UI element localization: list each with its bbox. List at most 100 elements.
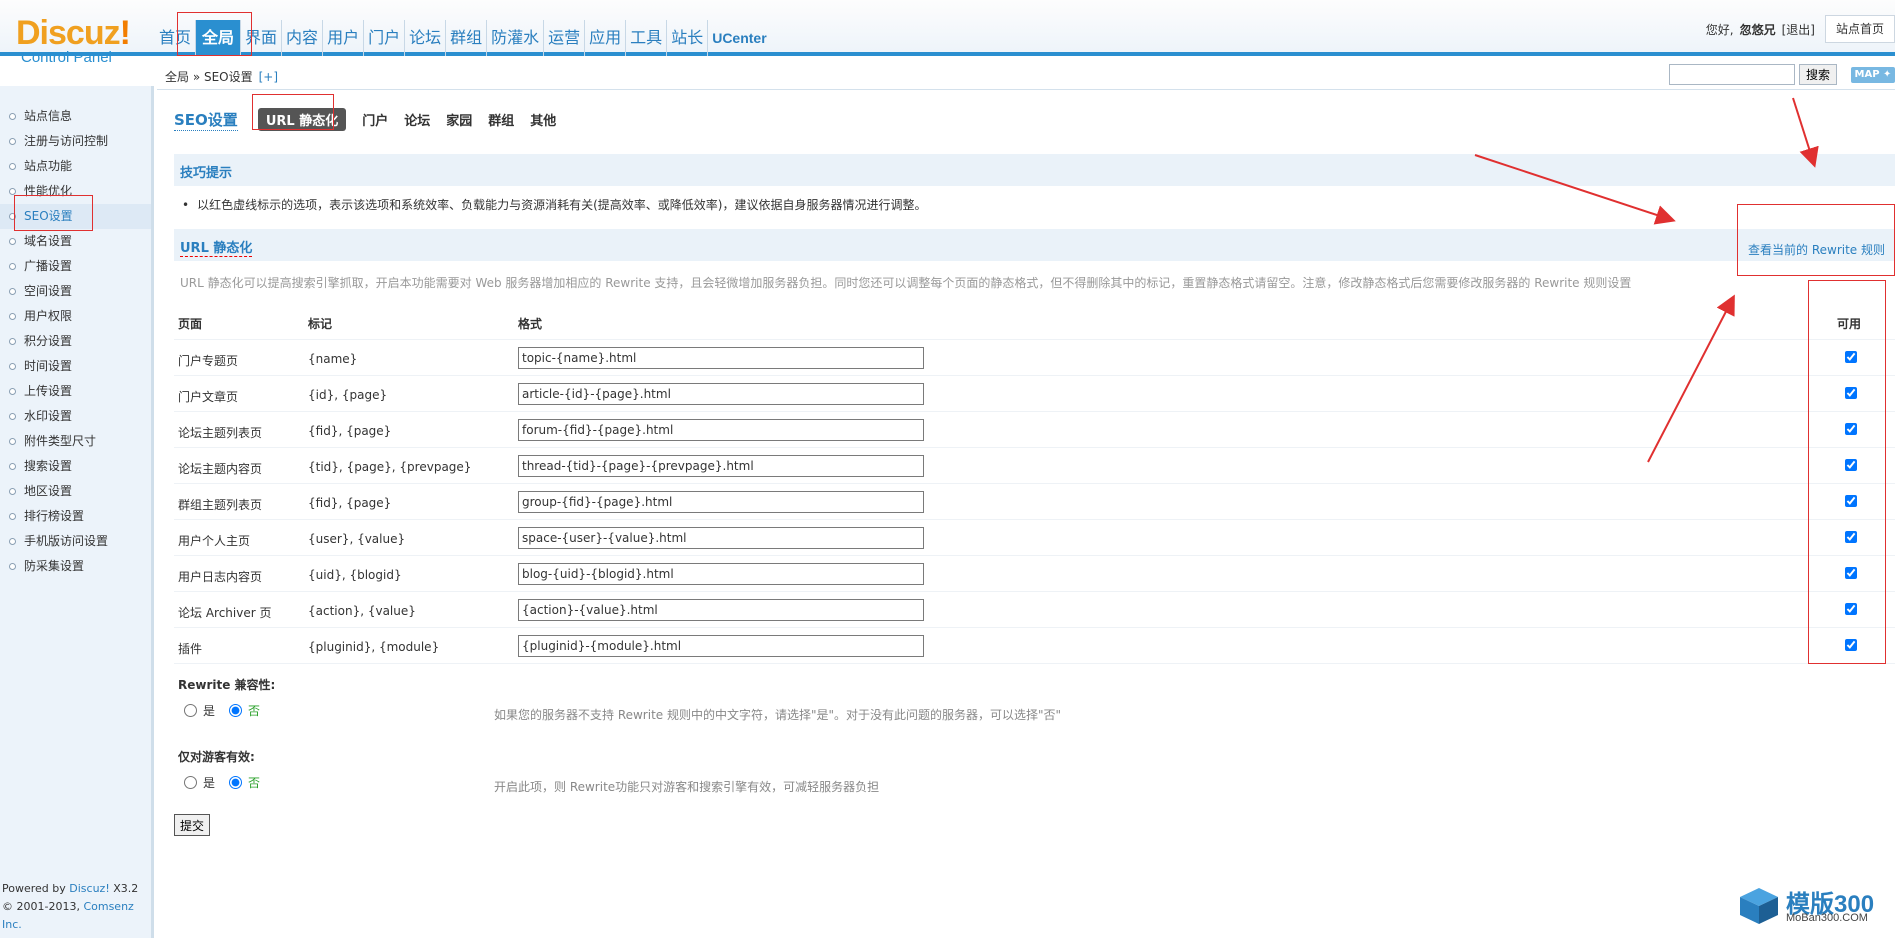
enabled-checkbox[interactable] — [1845, 603, 1857, 615]
format-input[interactable] — [518, 527, 924, 549]
format-input[interactable] — [518, 347, 924, 369]
format-input[interactable] — [518, 383, 924, 405]
tab-portal[interactable]: 门户 — [362, 110, 388, 129]
map-button[interactable]: MAP ✦ — [1851, 67, 1895, 83]
table-header: 页面 标记 格式 可用 — [174, 304, 1895, 340]
row-marker: {pluginid}, {module} — [308, 640, 440, 654]
guest-only-no-radio[interactable] — [229, 776, 243, 789]
sidebar-item-seo[interactable]: SEO设置 — [0, 204, 151, 229]
nav-global[interactable]: 全局 — [196, 20, 242, 56]
no-label: 否 — [248, 776, 261, 790]
breadcrumb-add-link[interactable]: [+] — [259, 70, 278, 84]
nav-forum[interactable]: 论坛 — [405, 20, 447, 56]
enabled-checkbox[interactable] — [1845, 387, 1857, 399]
row-page: 论坛 Archiver 页 — [178, 606, 272, 620]
row-marker: {fid}, {page} — [308, 496, 392, 510]
enabled-checkbox[interactable] — [1845, 351, 1857, 363]
sidebar-item-credits[interactable]: 积分设置 — [0, 329, 151, 354]
tab-other[interactable]: 其他 — [530, 110, 556, 129]
sidebar-item-user-permissions[interactable]: 用户权限 — [0, 304, 151, 329]
discuz-link[interactable]: Discuz! — [69, 882, 109, 895]
table-row: 用户日志内容页 {uid}, {blogid} — [174, 556, 1895, 592]
sidebar-item-performance[interactable]: 性能优化 — [0, 179, 151, 204]
search-button[interactable]: 搜索 — [1798, 64, 1837, 85]
tab-group[interactable]: 群组 — [488, 110, 514, 129]
nav-apps[interactable]: 应用 — [585, 20, 627, 56]
view-rewrite-rules-link[interactable]: 查看当前的 Rewrite 规则 — [1748, 241, 1885, 258]
sidebar-menu: 站点信息 注册与访问控制 站点功能 性能优化 SEO设置 域名设置 广播设置 空… — [0, 86, 151, 579]
sidebar-item-upload[interactable]: 上传设置 — [0, 379, 151, 404]
enabled-checkbox[interactable] — [1845, 423, 1857, 435]
rewrite-compat-note: 如果您的服务器不支持 Rewrite 规则中的中文字符，请选择"是"。对于没有此… — [494, 708, 1062, 722]
rewrite-compat-label: Rewrite 兼容性: — [178, 678, 276, 692]
sidebar-item-register-access[interactable]: 注册与访问控制 — [0, 129, 151, 154]
table-row: 论坛 Archiver 页 {action}, {value} — [174, 592, 1895, 628]
col-format: 格式 — [518, 317, 543, 331]
rewrite-compat-radios: 是 否 — [184, 702, 260, 719]
nav-admin[interactable]: 站长 — [667, 20, 709, 56]
sidebar-item-broadcast[interactable]: 广播设置 — [0, 254, 151, 279]
sidebar-item-site-info[interactable]: 站点信息 — [0, 104, 151, 129]
url-section-title: URL 静态化 — [180, 237, 253, 257]
sidebar-item-anti-scrape[interactable]: 防采集设置 — [0, 554, 151, 579]
format-input[interactable] — [518, 419, 924, 441]
sidebar-item-attachment-types[interactable]: 附件类型尺寸 — [0, 429, 151, 454]
nav-antispam[interactable]: 防灌水 — [487, 20, 545, 56]
site-home-button[interactable]: 站点首页 — [1824, 15, 1895, 43]
url-section-header: URL 静态化 查看当前的 Rewrite 规则 — [174, 229, 1895, 261]
rewrite-compat-yes-radio[interactable] — [184, 704, 197, 717]
logout-link[interactable]: [退出] — [1782, 21, 1815, 38]
sidebar-item-space[interactable]: 空间设置 — [0, 279, 151, 304]
logo-bang: ! — [119, 14, 131, 52]
tab-home[interactable]: 家园 — [446, 110, 472, 129]
sidebar-item-mobile[interactable]: 手机版访问设置 — [0, 529, 151, 554]
guest-only-yes-radio[interactable] — [184, 776, 197, 789]
mooban300-watermark: 模版300 MoBan300.COM — [1738, 884, 1895, 930]
nav-interface[interactable]: 界面 — [241, 20, 283, 56]
discuz-logo[interactable]: Discuz! Control Panel — [16, 14, 131, 66]
nav-ucenter[interactable]: UCenter — [708, 20, 770, 56]
submit-button[interactable]: 提交 — [174, 814, 211, 836]
nav-content[interactable]: 内容 — [282, 20, 324, 56]
sidebar-item-time[interactable]: 时间设置 — [0, 354, 151, 379]
nav-users[interactable]: 用户 — [323, 20, 365, 56]
enabled-checkbox[interactable] — [1845, 567, 1857, 579]
enabled-checkbox[interactable] — [1845, 531, 1857, 543]
sidebar-item-site-features[interactable]: 站点功能 — [0, 154, 151, 179]
url-section-description: URL 静态化可以提高搜索引擎抓取，开启本功能需要对 Web 服务器增加相应的 … — [180, 276, 1632, 290]
sidebar-item-watermark[interactable]: 水印设置 — [0, 404, 151, 429]
nav-groups[interactable]: 群组 — [446, 20, 488, 56]
tips-text: 以红色虚线标示的选项，表示该选项和系统效率、负载能力与资源消耗有关(提高效率、或… — [182, 196, 926, 213]
sidebar-item-ranking[interactable]: 排行榜设置 — [0, 504, 151, 529]
search-box: 搜索 — [1668, 64, 1837, 85]
tab-url-static[interactable]: URL 静态化 — [257, 108, 347, 131]
format-input[interactable] — [518, 599, 924, 621]
format-input[interactable] — [518, 455, 924, 477]
sidebar-item-region[interactable]: 地区设置 — [0, 479, 151, 504]
sidebar: 站点信息 注册与访问控制 站点功能 性能优化 SEO设置 域名设置 广播设置 空… — [0, 86, 154, 938]
row-marker: {uid}, {blogid} — [308, 568, 402, 582]
sidebar-item-domain[interactable]: 域名设置 — [0, 229, 151, 254]
main-nav: 首页 全局 界面 内容 用户 门户 论坛 群组 防灌水 运营 应用 工具 站长 … — [155, 18, 771, 56]
tab-forum[interactable]: 论坛 — [404, 110, 430, 129]
yes-label: 是 — [203, 776, 216, 790]
row-page: 论坛主题内容页 — [178, 462, 263, 476]
table-row: 论坛主题内容页 {tid}, {page}, {prevpage} — [174, 448, 1895, 484]
tab-row: SEO设置 URL 静态化 门户 论坛 家园 群组 其他 — [174, 108, 572, 131]
nav-portal[interactable]: 门户 — [364, 20, 406, 56]
col-marker: 标记 — [308, 317, 333, 331]
format-input[interactable] — [518, 491, 924, 513]
rewrite-compat-no-radio[interactable] — [229, 704, 243, 717]
nav-tools[interactable]: 工具 — [626, 20, 668, 56]
enabled-checkbox[interactable] — [1845, 639, 1857, 651]
format-input[interactable] — [518, 635, 924, 657]
page-title: SEO设置 — [174, 110, 238, 131]
nav-operations[interactable]: 运营 — [544, 20, 586, 56]
format-input[interactable] — [518, 563, 924, 585]
nav-home[interactable]: 首页 — [155, 20, 197, 56]
top-header: Discuz! Control Panel 首页 全局 界面 内容 用户 门户 … — [0, 0, 1895, 66]
search-input[interactable] — [1668, 64, 1795, 85]
enabled-checkbox[interactable] — [1845, 495, 1857, 507]
sidebar-item-search[interactable]: 搜索设置 — [0, 454, 151, 479]
enabled-checkbox[interactable] — [1845, 459, 1857, 471]
